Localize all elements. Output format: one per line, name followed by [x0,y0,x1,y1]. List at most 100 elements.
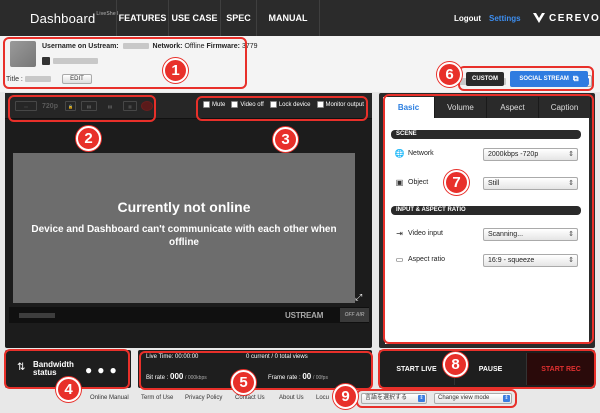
logout-link[interactable]: Logout [454,14,481,23]
device-info-line: Username on Ustream: Network: Offline Fi… [42,43,258,50]
globe-icon: 🌐 [394,149,405,158]
external-link-icon: ⧉ [572,74,579,83]
ustream-logo: USTREAM [285,311,324,320]
callout-badge-2: 2 [76,126,101,151]
up-down-arrows-icon: ⇅ [17,362,26,373]
view-mode-select[interactable]: Change view mode ⇕ [434,393,512,404]
footer-link-contact-us[interactable]: Contact Us [235,395,265,401]
object-setting-label: Object [408,179,429,186]
fullscreen-icon[interactable]: ⤢ [355,292,362,303]
firmware-value: 3779 [241,43,258,50]
callout-badge-9: 9 [333,384,358,409]
tab-basic[interactable]: Basic [383,97,435,118]
mute-label: Mute [212,101,226,108]
lock-device-checkbox[interactable]: Lock device [269,101,311,108]
lock-device-label: Lock device [278,101,311,108]
select-arrow-icon: ⇕ [568,257,574,264]
network-label: Network: [152,43,183,50]
mute-checkbox-box[interactable] [203,101,210,108]
language-select-value: 言語を選択する [365,395,408,401]
view-count: 0 current / 0 total views [246,354,308,360]
footer-link-about-us[interactable]: About Us [279,395,304,401]
settings-link[interactable]: Settings [489,14,521,23]
select-arrow-icon: ⇕ [503,395,510,402]
video-preview: Currently not online Device and Dashboar… [13,153,355,303]
tab-aspect[interactable]: Aspect [487,97,539,118]
callout-badge-5: 5 [231,370,256,395]
custom-button[interactable]: CUSTOM [466,72,504,86]
broadcast-controls: START LIVE PAUSE START REC [379,350,595,388]
network-setting-label: Network [408,150,434,157]
cerevo-mark-icon [533,13,545,23]
nav-manual[interactable]: MANUAL [256,0,320,36]
callout-badge-6: 6 [437,62,462,87]
status-toolbar: ▭ 720p 🔒 ▮▮ ▮▮ ▦ Mute Video off Lock dev… [5,93,372,119]
nav-spec[interactable]: SPEC [220,0,256,36]
image-icon: ▣ [395,178,404,187]
live-time: Live Time: 00:00:00 [146,354,199,360]
brand-text: Dashboard [30,11,96,26]
cerevo-logo[interactable]: CEREVO [532,9,600,27]
video-off-checkbox-box[interactable] [231,101,239,108]
logo-text: CEREVO [549,12,600,24]
ustream-icon [42,57,50,65]
layout-icon: ▦ [123,101,137,111]
scene-header: SCENE [391,130,581,139]
mute-checkbox[interactable]: Mute [203,101,225,108]
bit-rate: Bit rate : 000 / 000kbps [146,372,207,381]
aspect-ratio-label: Aspect ratio [408,256,445,263]
callout-badge-4: 4 [56,377,81,402]
aspect-ratio-value: 16:9 - squeeze [488,257,535,264]
object-select[interactable]: Still ⇕ [483,177,578,190]
resolution-720p-icon: 720p [42,102,58,110]
language-select[interactable]: 言語を選択する ⇕ [361,393,427,404]
channel-blurred [53,58,98,64]
tab-caption[interactable]: Caption [539,97,591,118]
edit-button[interactable]: EDIT [62,74,92,84]
username-value-blurred [122,43,149,50]
bandwidth-icon: ▮▮ [81,101,97,111]
view-mode-select-value: Change view mode [438,395,490,401]
nav-use-case[interactable]: USE CASE [168,0,220,36]
video-input-label: Video input [408,230,443,237]
social-stream-label: SOCIAL STREAM [519,76,569,82]
tab-volume[interactable]: Volume [435,97,487,118]
social-stream-button[interactable]: SOCIAL STREAM ⧉ [510,71,588,87]
aspect-ratio-icon: ▭ [395,255,404,264]
monitor-output-label: Monitor output [325,101,364,108]
input-aspect-header: INPUT & ASPECT RATIO [391,206,581,215]
off-air-badge: OFF AIR [340,308,369,322]
footer-link-online-manual[interactable]: Online Manual [90,395,129,401]
lock-device-checkbox-box[interactable] [269,101,277,108]
nav-features[interactable]: FEATURES [116,0,168,36]
output-checkboxes: Mute Video off Lock device Monitor outpu… [203,101,364,108]
pause-icon: ▮▮ [107,103,113,109]
video-off-checkbox[interactable]: Video off [231,101,264,108]
network-select[interactable]: 2000kbps -720p ⇕ [483,148,578,161]
basic-settings-content: SCENE 🌐 Network 2000kbps -720p ⇕ ▣ Object… [385,118,589,344]
select-arrow-icon: ⇕ [568,231,574,238]
offline-message: Device and Dashboard can't communicate w… [31,224,337,248]
callout-badge-1: 1 [163,58,188,83]
callout-badge-3: 3 [273,127,298,152]
footer-link-privacy-policy[interactable]: Privacy Policy [185,395,222,401]
offline-headline: Currently not online [117,199,251,215]
aspect-ratio-select[interactable]: 16:9 - squeeze ⇕ [483,254,578,267]
player-bottom-bar: USTREAM OFF AIR [9,307,369,323]
title-label: Title : [6,76,51,83]
footer-link-term-of-use[interactable]: Term of Use [141,395,173,401]
dashboard-brand[interactable]: DashboardLiveShell [30,11,119,26]
select-arrow-icon: ⇕ [418,395,425,402]
monitor-output-checkbox-box[interactable] [316,101,324,108]
network-select-value: 2000kbps -720p [488,151,539,158]
monitor-output-checkbox[interactable]: Monitor output [316,101,364,108]
bandwidth-indicator-dots: ●●● [85,363,122,377]
frame-rate: Frame rate : 00 / 00fps [268,372,328,381]
footer-link-truncated[interactable]: Locu [316,395,329,401]
network-row: 🌐 Network [395,149,434,158]
top-navigation-bar: DashboardLiveShell FEATURES USE CASE SPE… [0,0,600,36]
stream-title-blurred [19,313,55,318]
callout-badge-8: 8 [443,352,468,377]
video-input-select[interactable]: Scanning... ⇕ [483,228,578,241]
start-rec-button[interactable]: START REC [527,353,595,385]
